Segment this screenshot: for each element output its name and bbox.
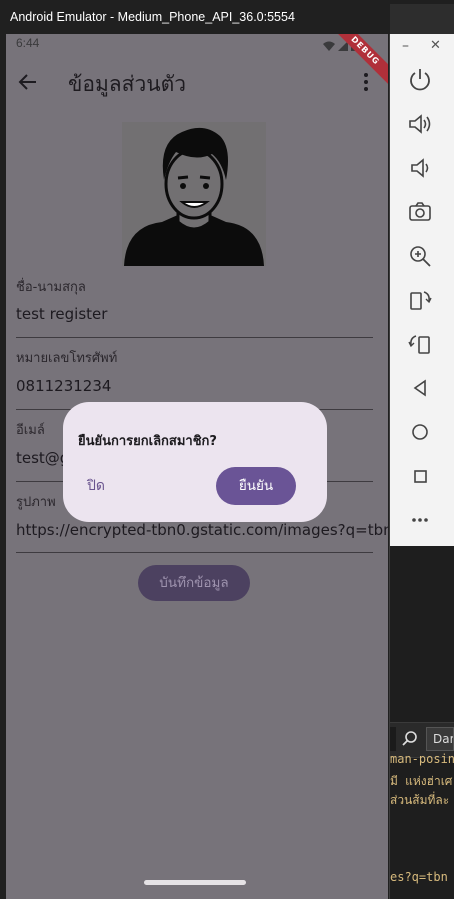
email-label: อีเมล์ (16, 423, 45, 438)
home-nav-icon[interactable] (406, 418, 434, 446)
confirm-dialog: ยืนยันการยกเลิกสมาชิก? ปิด ยืนยัน (63, 402, 327, 522)
back-nav-icon[interactable] (406, 374, 434, 402)
gesture-nav-bar[interactable] (144, 880, 246, 885)
email-field[interactable]: test@g (16, 449, 69, 467)
name-label: ชื่อ-นามสกุล (16, 280, 86, 295)
editor-search-input[interactable] (390, 727, 396, 751)
phone-label: หมายเลขโทรศัพท์ (16, 351, 118, 366)
camera-icon[interactable] (406, 198, 434, 226)
close-icon[interactable]: ✕ (430, 38, 442, 53)
dialog-title: ยืนยันการยกเลิกสมาชิก? (78, 434, 217, 449)
image-label: รูปภาพ (16, 495, 56, 510)
emulator-title: Android Emulator - Medium_Phone_API_36.0… (0, 0, 390, 34)
app-bar: ข้อมูลส่วนตัว (6, 56, 388, 110)
rotate-right-icon[interactable] (406, 330, 434, 358)
dialog-confirm-button[interactable]: ยืนยัน (216, 467, 296, 505)
save-button[interactable]: บันทึกข้อมูล (138, 565, 250, 601)
more-options-icon[interactable] (406, 506, 434, 534)
editor-tab-strip (390, 4, 454, 34)
minimize-icon[interactable]: – (402, 38, 414, 54)
code-line: ส่วนส้มที่ละ (390, 793, 450, 807)
dialog-close-button[interactable]: ปิด (87, 472, 157, 500)
profile-avatar[interactable] (122, 122, 266, 266)
overview-nav-icon[interactable] (406, 462, 434, 490)
name-underline (16, 337, 373, 338)
search-icon[interactable] (400, 729, 420, 749)
emulator-window: Android Emulator - Medium_Phone_API_36.0… (0, 0, 390, 899)
theme-dropdown[interactable]: Dar (426, 727, 454, 751)
more-vert-icon[interactable] (356, 70, 376, 94)
code-line: man-posin (390, 752, 454, 766)
volume-down-icon[interactable] (406, 154, 434, 182)
phone-field[interactable]: 0811231234 (16, 377, 111, 395)
status-time: 6:44 (16, 36, 40, 50)
image-underline (16, 552, 373, 553)
code-line: มี แห่งฮ่าเศ (390, 774, 453, 788)
power-icon[interactable] (406, 66, 434, 94)
back-arrow-icon[interactable] (16, 70, 40, 94)
rotate-left-icon[interactable] (406, 286, 434, 314)
page-title: ข้อมูลส่วนตัว (68, 72, 187, 96)
name-field[interactable]: test register (16, 305, 107, 323)
volume-up-icon[interactable] (406, 110, 434, 138)
zoom-in-icon[interactable] (406, 242, 434, 270)
code-line: es?q=tbn (390, 870, 448, 884)
image-url-field[interactable]: https://encrypted-tbn0.gstatic.com/image… (16, 521, 388, 539)
